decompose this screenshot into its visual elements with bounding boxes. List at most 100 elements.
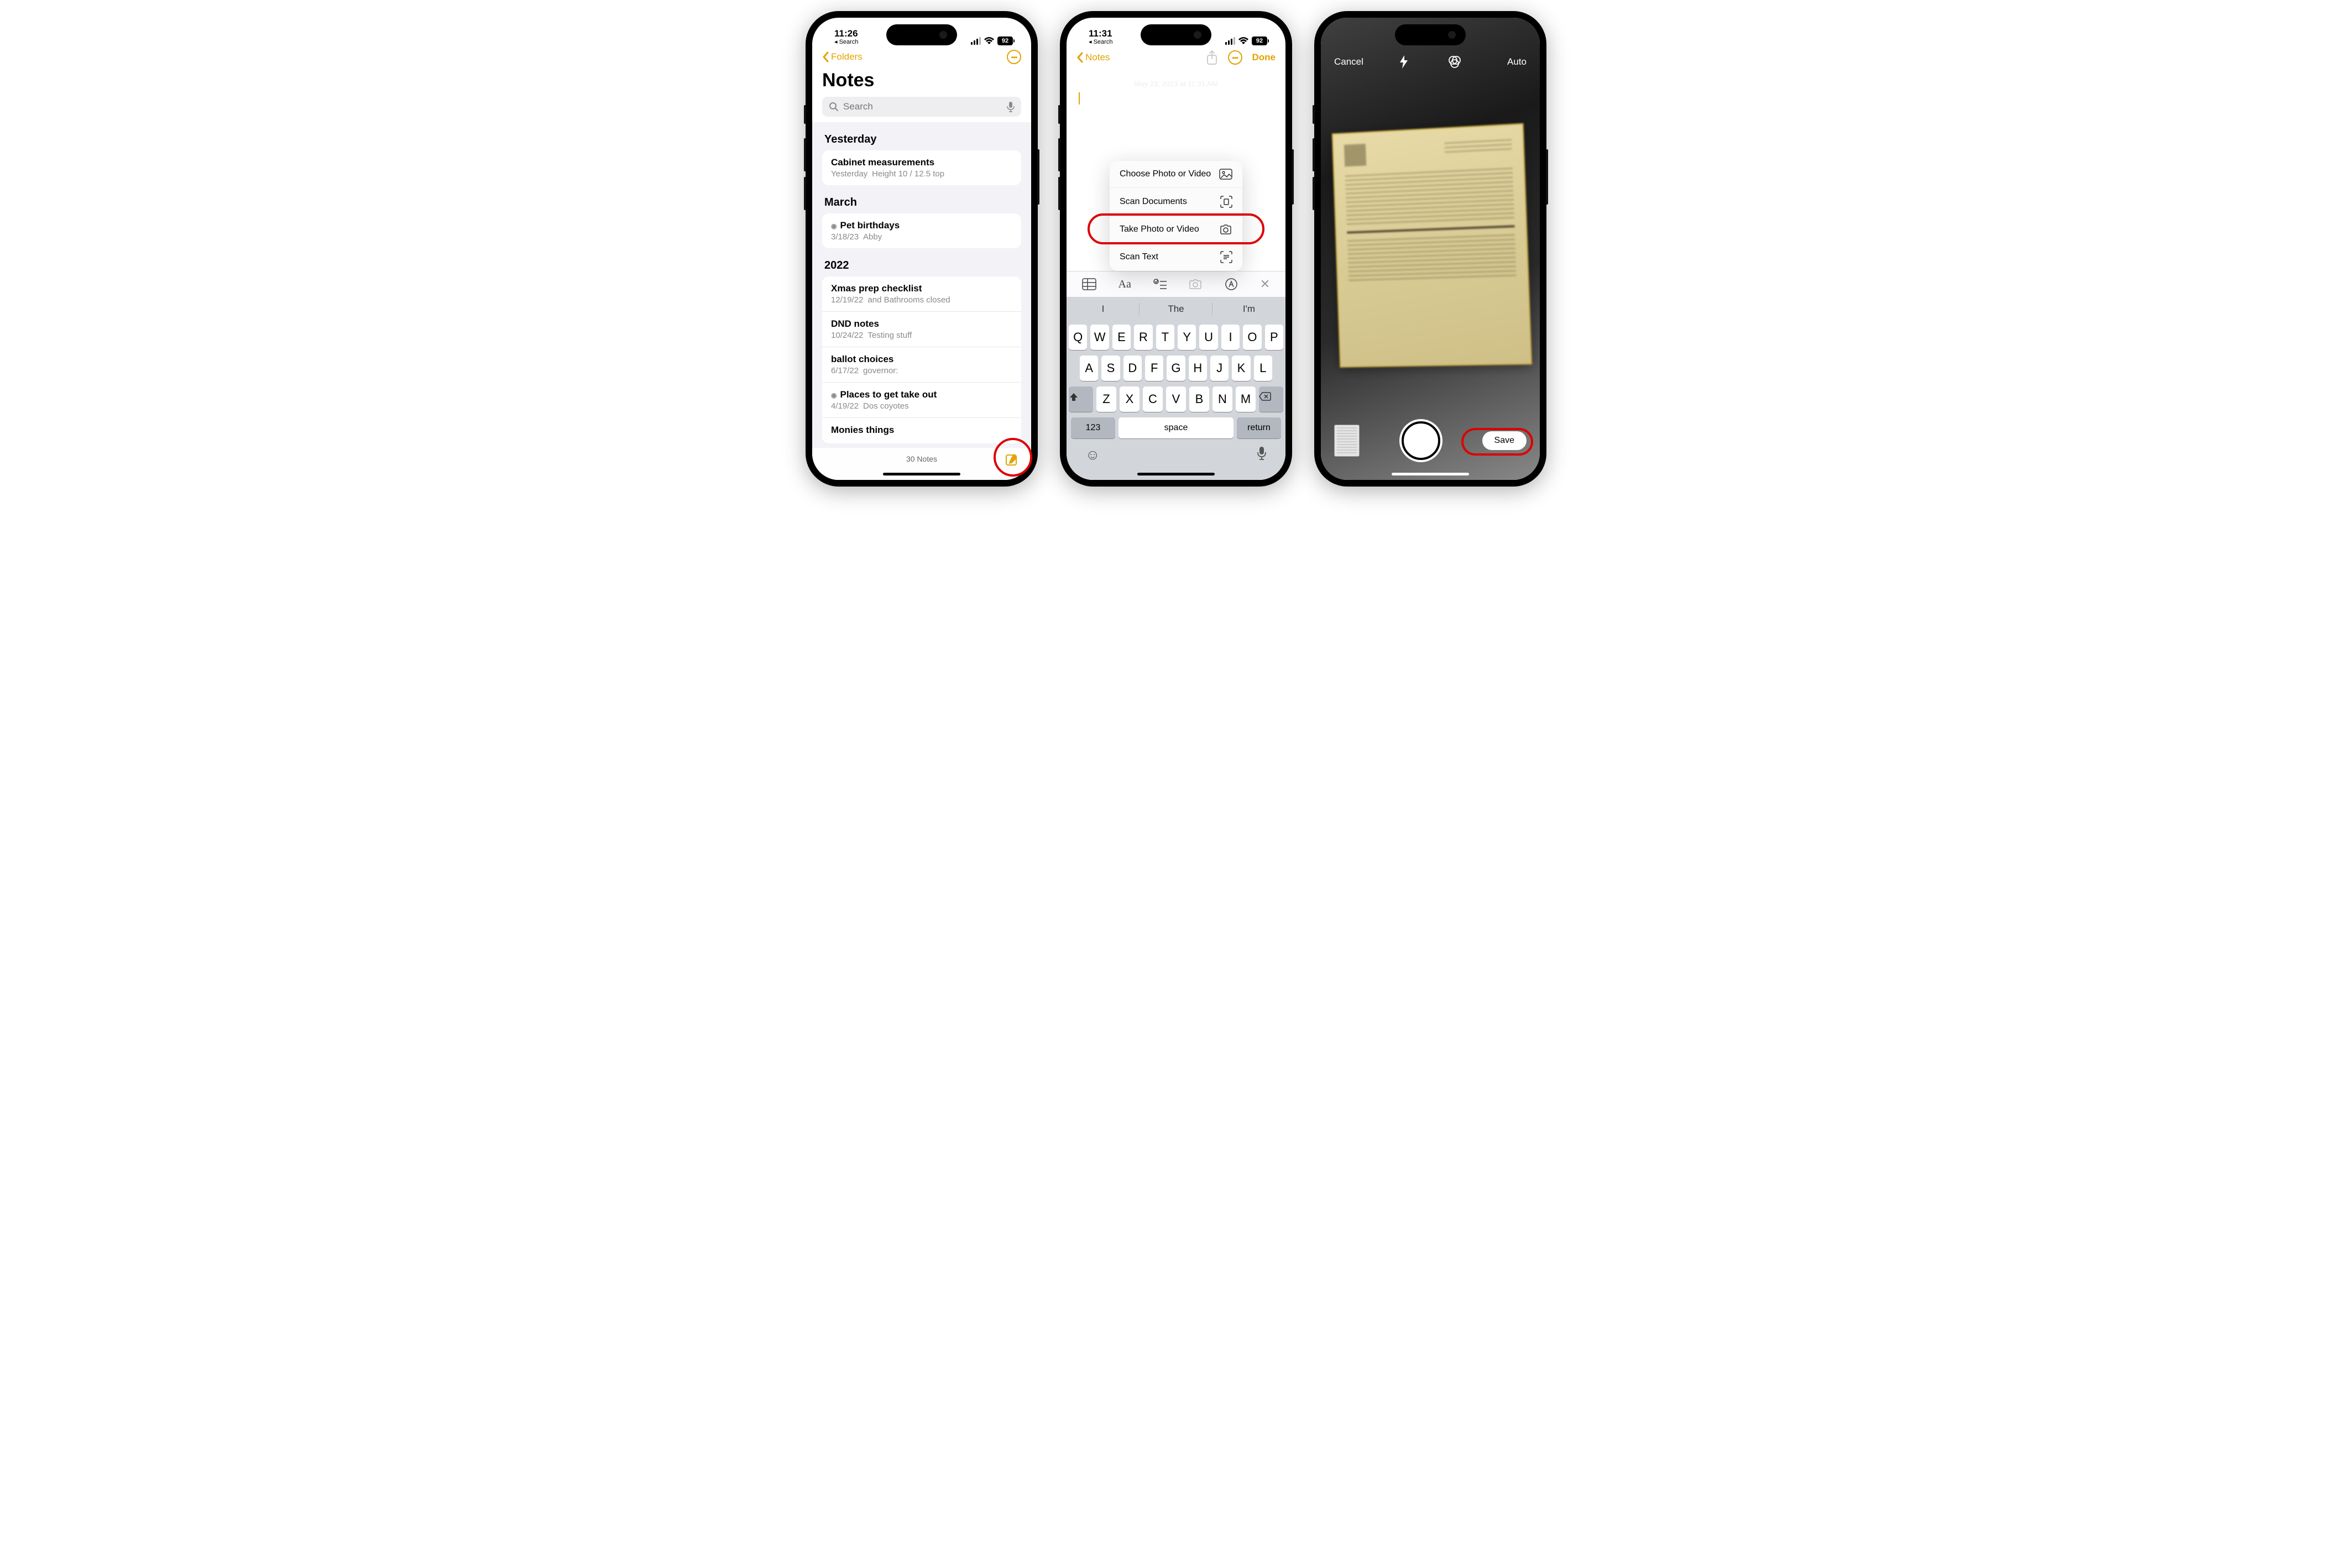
- dictate-key[interactable]: [1257, 446, 1267, 461]
- key[interactable]: D: [1123, 356, 1142, 381]
- key[interactable]: S: [1101, 356, 1120, 381]
- close-toolbar-icon[interactable]: ✕: [1260, 277, 1270, 291]
- battery-indicator: 92: [1252, 36, 1269, 45]
- key[interactable]: C: [1143, 386, 1163, 412]
- home-indicator[interactable]: [1137, 473, 1215, 475]
- back-button[interactable]: Notes: [1076, 52, 1110, 63]
- format-icon[interactable]: Aa: [1118, 278, 1131, 291]
- key[interactable]: H: [1189, 356, 1207, 381]
- menu-choose-photo[interactable]: Choose Photo or Video: [1110, 161, 1242, 188]
- editor-nav: Notes ••• Done: [1067, 46, 1285, 69]
- menu-scan-documents[interactable]: Scan Documents: [1110, 188, 1242, 216]
- notes-list[interactable]: Yesterday Cabinet measurements Yesterday…: [812, 122, 1031, 448]
- key[interactable]: Q: [1069, 325, 1087, 350]
- key[interactable]: I: [1221, 325, 1240, 350]
- emoji-key[interactable]: ☺: [1085, 446, 1100, 463]
- key[interactable]: M: [1236, 386, 1256, 412]
- dynamic-island: [1141, 24, 1211, 45]
- key[interactable]: U: [1199, 325, 1217, 350]
- shift-key[interactable]: [1069, 386, 1093, 412]
- signal-icon: [971, 37, 981, 45]
- return-key[interactable]: return: [1237, 417, 1281, 438]
- suggestion[interactable]: I'm: [1212, 297, 1285, 321]
- key[interactable]: E: [1112, 325, 1131, 350]
- scanner-bottom-bar: Save: [1321, 411, 1540, 480]
- key[interactable]: K: [1232, 356, 1250, 381]
- save-button[interactable]: Save: [1482, 431, 1527, 450]
- status-back-app[interactable]: ◂ Search: [1089, 39, 1112, 45]
- auto-button[interactable]: Auto: [1507, 56, 1527, 67]
- note-item[interactable]: Cabinet measurements YesterdayHeight 10 …: [822, 150, 1021, 185]
- signal-icon: [1225, 37, 1235, 45]
- key[interactable]: L: [1254, 356, 1272, 381]
- markup-icon[interactable]: [1225, 278, 1238, 291]
- key[interactable]: P: [1265, 325, 1283, 350]
- compose-button[interactable]: [1005, 452, 1019, 467]
- shutter-button[interactable]: [1402, 421, 1440, 460]
- note-item[interactable]: Xmas prep checklist 12/19/22and Bathroom…: [822, 276, 1021, 312]
- search-icon: [829, 102, 839, 112]
- key[interactable]: W: [1090, 325, 1109, 350]
- more-options-button[interactable]: •••: [1228, 50, 1242, 65]
- editor-toolbar: Aa ✕: [1067, 271, 1285, 297]
- cancel-button[interactable]: Cancel: [1334, 56, 1363, 67]
- key[interactable]: Y: [1178, 325, 1196, 350]
- note-item[interactable]: DND notes 10/24/22Testing stuff: [822, 312, 1021, 347]
- backspace-key[interactable]: [1259, 386, 1283, 412]
- table-icon[interactable]: [1082, 278, 1096, 290]
- back-button[interactable]: Folders: [822, 51, 863, 62]
- section-header: March: [822, 185, 1021, 213]
- scan-doc-icon: [1220, 196, 1232, 208]
- flash-icon[interactable]: [1399, 55, 1409, 69]
- key[interactable]: N: [1212, 386, 1232, 412]
- camera-toolbar-icon[interactable]: [1188, 278, 1203, 290]
- key[interactable]: O: [1243, 325, 1261, 350]
- notes-count: 30 Notes: [906, 454, 937, 463]
- wifi-icon: [1238, 37, 1248, 45]
- note-item[interactable]: Places to get take out 4/19/22Dos coyote…: [822, 383, 1021, 418]
- section-header: 2022: [822, 248, 1021, 276]
- scanner-top-bar: Cancel Auto: [1321, 46, 1540, 77]
- dynamic-island: [886, 24, 957, 45]
- key[interactable]: T: [1156, 325, 1174, 350]
- menu-scan-text[interactable]: Scan Text: [1110, 243, 1242, 271]
- wifi-icon: [984, 37, 994, 45]
- note-item[interactable]: ballot choices 6/17/22governor:: [822, 347, 1021, 383]
- key[interactable]: G: [1167, 356, 1185, 381]
- share-button[interactable]: [1206, 50, 1218, 65]
- search-input[interactable]: [843, 101, 1002, 112]
- done-button[interactable]: Done: [1252, 52, 1276, 63]
- key[interactable]: X: [1120, 386, 1140, 412]
- note-item[interactable]: Pet birthdays 3/18/23Abby: [822, 213, 1021, 248]
- key[interactable]: J: [1210, 356, 1229, 381]
- key[interactable]: R: [1134, 325, 1152, 350]
- key[interactable]: V: [1166, 386, 1186, 412]
- numbers-key[interactable]: 123: [1071, 417, 1115, 438]
- mic-icon[interactable]: [1007, 101, 1015, 112]
- scan-thumbnail[interactable]: [1334, 425, 1360, 457]
- section-header: Yesterday: [822, 122, 1021, 150]
- key[interactable]: F: [1145, 356, 1163, 381]
- space-key[interactable]: space: [1118, 417, 1234, 438]
- suggestion[interactable]: I: [1067, 297, 1140, 321]
- note-item[interactable]: Monies things: [822, 418, 1021, 443]
- status-back-app[interactable]: ◂ Search: [834, 39, 858, 45]
- camera-menu: Choose Photo or Video Scan Documents Tak…: [1110, 161, 1242, 271]
- keyboard: Q W E R T Y U I O P A S D F G H: [1067, 321, 1285, 480]
- filter-icon[interactable]: [1447, 55, 1462, 69]
- checklist-icon[interactable]: [1153, 279, 1167, 290]
- more-options-button[interactable]: •••: [1007, 50, 1021, 64]
- photo-icon: [1219, 169, 1232, 180]
- home-indicator[interactable]: [883, 473, 960, 475]
- key[interactable]: Z: [1096, 386, 1116, 412]
- note-date: May 23, 2023 at 11:31 AM: [1079, 80, 1273, 88]
- key[interactable]: B: [1189, 386, 1209, 412]
- key[interactable]: A: [1080, 356, 1098, 381]
- camera-icon: [1219, 224, 1232, 235]
- home-indicator[interactable]: [1392, 473, 1469, 475]
- phone-notes-list: 11:26 ◂ Search 92 Folders ••• Notes: [806, 11, 1038, 487]
- note-editor-area[interactable]: May 23, 2023 at 11:31 AM Choose Photo or…: [1067, 69, 1285, 271]
- menu-take-photo[interactable]: Take Photo or Video: [1110, 216, 1242, 243]
- search-field[interactable]: [822, 97, 1021, 117]
- suggestion[interactable]: The: [1140, 297, 1212, 321]
